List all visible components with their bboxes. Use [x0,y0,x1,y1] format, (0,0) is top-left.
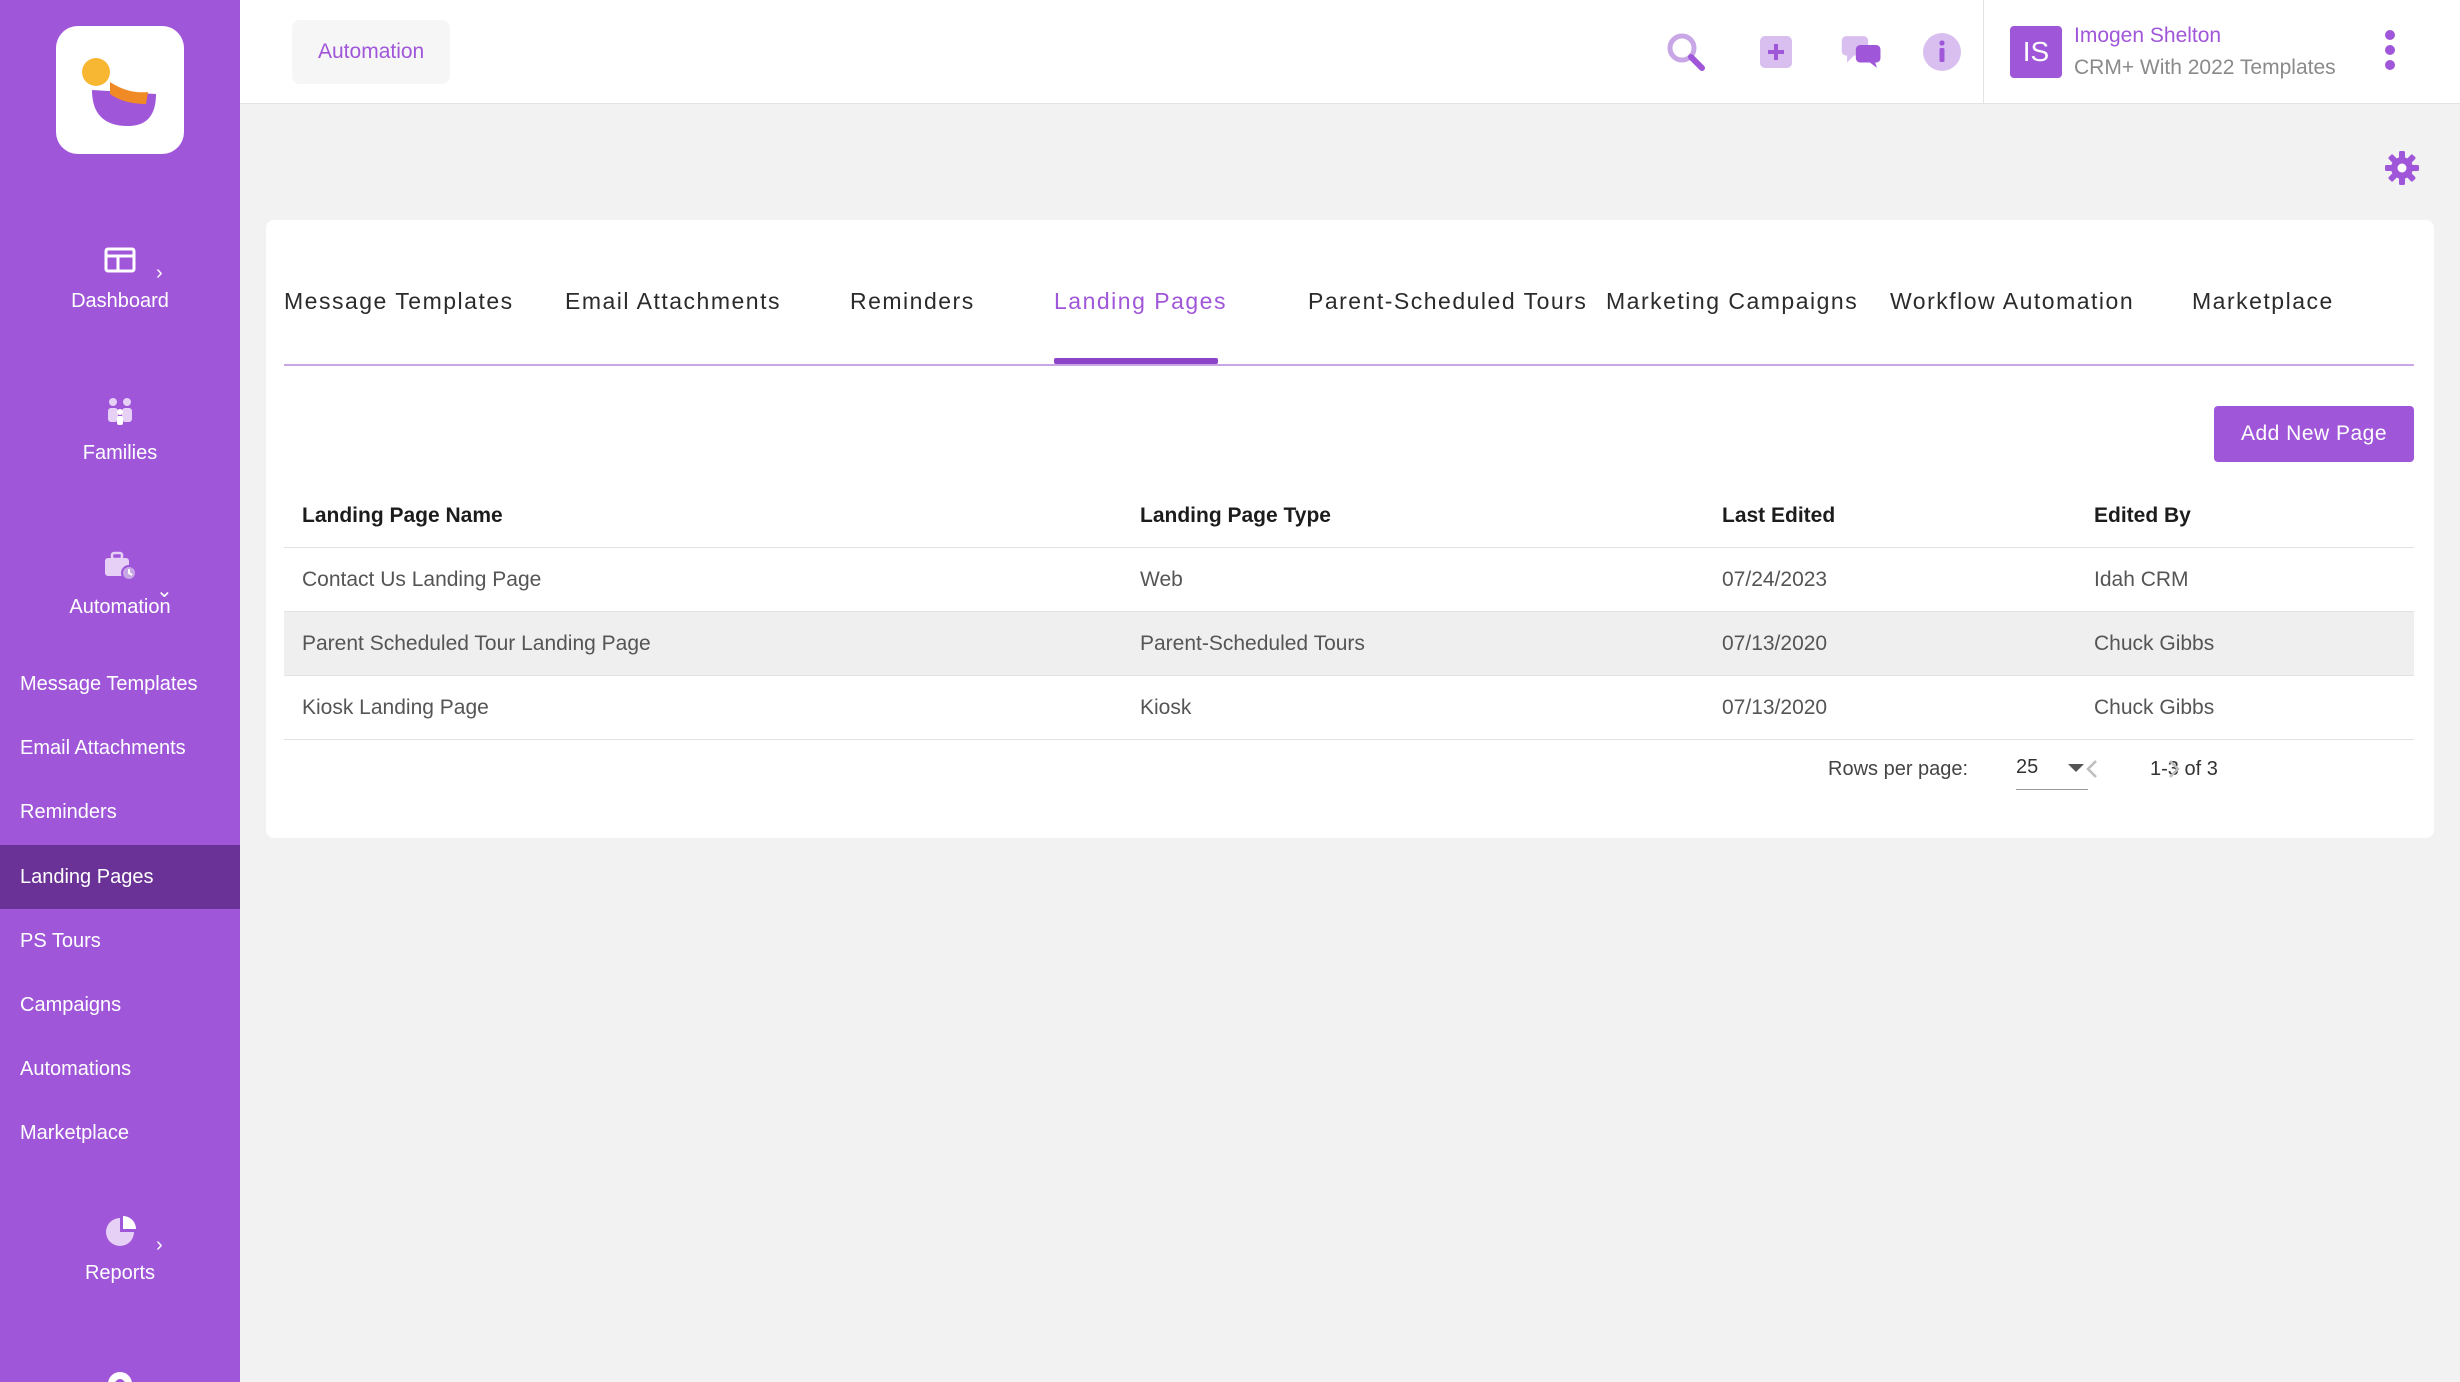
sidebar-item-label: Families [82,442,158,464]
next-page-icon[interactable] [2158,754,2188,784]
cell-name: Contact Us Landing Page [302,568,542,591]
tab-marketing-campaigns[interactable]: Marketing Campaigns [1606,288,1858,315]
chevron-down-icon: ⌄ [156,580,173,602]
tab-marketplace[interactable]: Marketplace [2192,288,2334,315]
tab-reminders[interactable]: Reminders [850,288,975,315]
column-header-name[interactable]: Landing Page Name [302,484,503,548]
chevron-right-icon: › [156,1234,163,1256]
cell-last-edited: 07/13/2020 [1722,632,1828,655]
more-options-icon[interactable] [2382,30,2398,74]
top-bar: Automation IS Imogen Shelton CRM+ With 2… [240,0,2460,104]
reports-icon [106,1216,136,1246]
column-header-last-edited[interactable]: Last Edited [1722,484,1835,548]
search-icon[interactable] [1664,30,1708,74]
tab-workflow-automation[interactable]: Workflow Automation [1890,288,2134,315]
landing-pages-table: Landing Page Name Landing Page Type Last… [284,484,2414,740]
tab-bar: Message Templates Email Attachments Remi… [284,220,2414,366]
sidebar-subitem-reminders[interactable]: Reminders [0,780,240,844]
sidebar-subitem-marketplace[interactable]: Marketplace [0,1101,240,1165]
cell-edited-by: Chuck Gibbs [2094,696,2215,719]
cell-type: Kiosk [1140,696,1192,719]
column-header-type[interactable]: Landing Page Type [1140,484,1331,548]
rows-per-page-value: 25 [2016,756,2039,778]
families-icon [108,398,132,425]
app-logo[interactable] [56,26,184,154]
sidebar-subitem-automations[interactable]: Automations [0,1037,240,1101]
sidebar-item-reports[interactable]: › Reports [0,1214,240,1285]
cell-edited-by: Chuck Gibbs [2094,632,2215,655]
tab-message-templates[interactable]: Message Templates [284,288,514,315]
cell-last-edited: 07/13/2020 [1722,696,1828,719]
chat-icon[interactable] [1840,30,1884,74]
divider [1983,0,1984,104]
sidebar: › Dashboard Families ⌄ Automation Messag… [0,0,240,1382]
previous-page-icon[interactable] [2078,754,2108,784]
cell-name: Kiosk Landing Page [302,696,489,719]
sidebar-item-dashboard[interactable]: › Dashboard [0,242,240,313]
sidebar-subitem-message-templates[interactable]: Message Templates [0,652,240,716]
tab-email-attachments[interactable]: Email Attachments [565,288,781,315]
cell-name: Parent Scheduled Tour Landing Page [302,632,651,655]
sidebar-subitem-ps-tours[interactable]: PS Tours [0,909,240,973]
column-header-edited-by[interactable]: Edited By [2094,484,2191,548]
user-name[interactable]: Imogen Shelton [2074,24,2221,48]
cell-last-edited: 07/24/2023 [1722,568,1828,591]
cell-type: Web [1140,568,1183,591]
table-row[interactable]: Contact Us Landing Page Web 07/24/2023 I… [284,548,2414,612]
sidebar-item-families[interactable]: Families [0,394,240,465]
user-organization: CRM+ With 2022 Templates [2074,56,2336,79]
rows-per-page-label: Rows per page: [1828,758,1969,780]
logo-icon [82,58,156,126]
chevron-right-icon: › [156,262,163,284]
content-card: Message Templates Email Attachments Remi… [266,220,2434,838]
sidebar-subitem-landing-pages[interactable]: Landing Pages [0,845,240,909]
pagination: Rows per page: 25 1-3 of 3 [266,740,2434,800]
automation-icon [105,551,137,581]
tab-parent-scheduled-tours[interactable]: Parent-Scheduled Tours [1308,288,1587,315]
sidebar-subitem-campaigns[interactable]: Campaigns [0,973,240,1037]
breadcrumb[interactable]: Automation [292,20,451,84]
sidebar-item-label: Reports [84,1262,156,1284]
info-icon[interactable] [1920,30,1964,74]
sidebar-subitem-email-attachments[interactable]: Email Attachments [0,716,240,780]
avatar[interactable]: IS [2010,26,2062,78]
active-tab-indicator [1054,358,1218,364]
gear-icon[interactable] [2384,150,2420,186]
sidebar-item-automation[interactable]: ⌄ Automation [0,548,240,619]
tab-landing-pages[interactable]: Landing Pages [1054,288,1227,315]
sidebar-item-label: Dashboard [71,290,169,312]
add-icon[interactable] [1754,30,1798,74]
dashboard-icon [104,247,136,273]
add-new-page-button[interactable]: Add New Page [2214,406,2414,462]
settings-icon[interactable] [102,1366,138,1382]
table-row[interactable]: Kiosk Landing Page Kiosk 07/13/2020 Chuc… [284,676,2414,740]
cell-edited-by: Idah CRM [2094,568,2189,591]
cell-type: Parent-Scheduled Tours [1140,632,1365,655]
table-row[interactable]: Parent Scheduled Tour Landing Page Paren… [284,612,2414,676]
table-header-row: Landing Page Name Landing Page Type Last… [284,484,2414,548]
sidebar-item-label: Automation [69,596,171,618]
